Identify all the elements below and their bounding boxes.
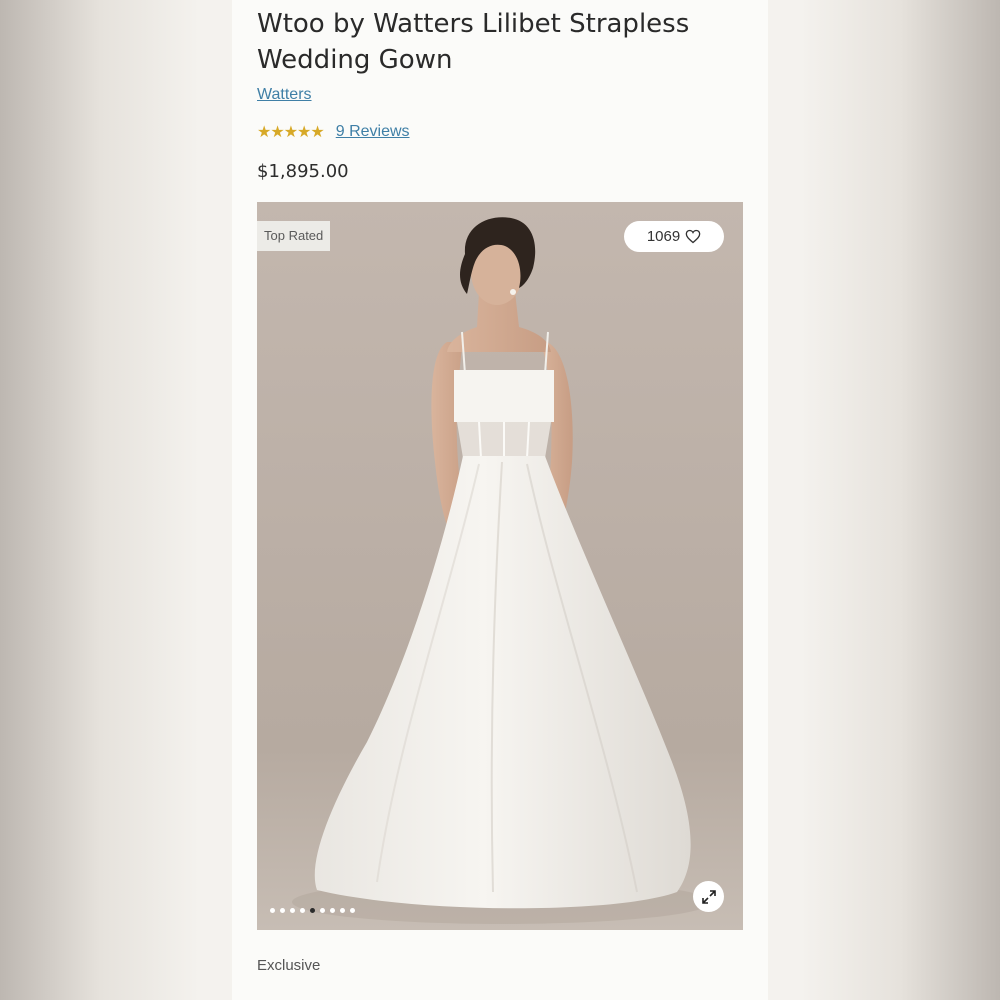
carousel-dot[interactable] [330, 908, 335, 913]
heart-icon [685, 229, 701, 244]
expand-image-button[interactable] [693, 881, 724, 912]
product-panel: Wtoo by Watters Lilibet Strapless Weddin… [232, 0, 768, 1000]
carousel-dot[interactable] [300, 908, 305, 913]
carousel-indicators [270, 908, 360, 913]
carousel-dot[interactable] [290, 908, 295, 913]
product-image[interactable]: Top Rated 1069 [257, 202, 743, 930]
top-rated-badge: Top Rated [257, 221, 331, 251]
carousel-dot[interactable] [340, 908, 345, 913]
rating-row: ★★★★★ 9 Reviews [257, 121, 410, 143]
exclusive-tag: Exclusive [257, 957, 321, 974]
carousel-dot[interactable] [310, 908, 315, 913]
wedding-gown-photo [292, 217, 712, 924]
carousel-dot[interactable] [350, 908, 355, 913]
carousel-dot[interactable] [270, 908, 275, 913]
reviews-link[interactable]: 9 Reviews [336, 123, 410, 141]
product-title: Wtoo by Watters Lilibet Strapless Weddin… [257, 9, 690, 75]
star-rating-icon: ★★★★★ [257, 124, 325, 141]
carousel-dot[interactable] [280, 908, 285, 913]
likes-count: 1069 [646, 228, 681, 245]
expand-arrows-icon [701, 889, 716, 904]
brand-link[interactable]: Watters [257, 86, 312, 104]
price: $1,895.00 [257, 161, 349, 182]
carousel-dot[interactable] [320, 908, 325, 913]
wishlist-button[interactable]: 1069 [624, 221, 724, 252]
